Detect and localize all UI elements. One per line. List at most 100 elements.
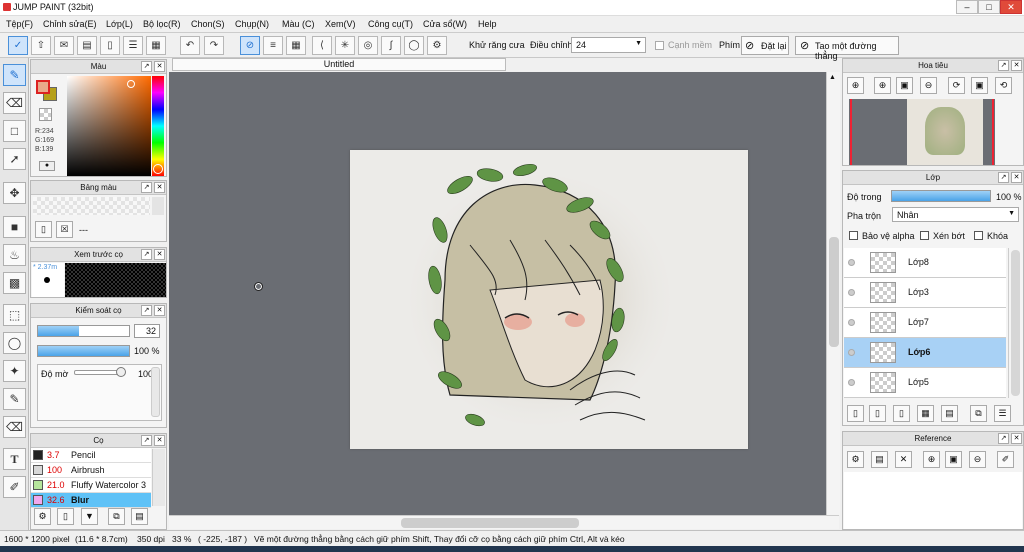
brush-item[interactable]: 21.0 Fluffy Watercolor 3 <box>31 478 151 493</box>
undock-icon[interactable]: ↗ <box>141 61 152 72</box>
eraser-tool-icon[interactable]: ⌫ <box>3 92 26 114</box>
close-button[interactable]: ✕ <box>1000 0 1022 14</box>
soft-edge-checkbox[interactable] <box>655 41 664 50</box>
export-icon[interactable]: ⇧ <box>31 36 51 55</box>
maximize-button[interactable]: □ <box>978 0 1000 14</box>
reset-button[interactable]: ⊘ Đặt lại <box>741 36 789 55</box>
clipping-checkbox[interactable] <box>920 231 929 240</box>
line-tool-icon[interactable]: ➚ <box>3 148 26 170</box>
zoom-out-icon[interactable]: ⊖ <box>920 77 937 94</box>
eye-dropper-button[interactable]: ● <box>39 161 55 171</box>
circle-ruler-icon[interactable]: ◯ <box>404 36 424 55</box>
brush-menu-icon[interactable]: ▼ <box>81 508 98 525</box>
undock-icon[interactable]: ↗ <box>998 60 1009 71</box>
magic-wand-tool-icon[interactable]: ✦ <box>3 360 26 382</box>
straight-line-button[interactable]: ⊘ Tao một đường thẳng <box>795 36 899 61</box>
blend-mode-select[interactable]: Nhân ▼ <box>892 207 1019 222</box>
menu-capture[interactable]: Chụp(N) <box>235 19 269 29</box>
grid-ruler-icon[interactable]: ▦ <box>286 36 306 55</box>
duplicate-layer-icon[interactable]: ⧉ <box>970 405 987 422</box>
grid-icon[interactable]: ▦ <box>146 36 166 55</box>
tone-layer-icon[interactable]: ▦ <box>917 405 934 422</box>
reference-dropper-icon[interactable]: ✐ <box>997 451 1014 468</box>
brush-list-scrollbar[interactable] <box>152 449 165 506</box>
reference-zoom-out-icon[interactable]: ⊖ <box>969 451 986 468</box>
scroll-up-arrow[interactable]: ▲ <box>829 74 836 81</box>
lock-checkbox[interactable] <box>974 231 983 240</box>
curve-ruler-icon[interactable]: ∫ <box>381 36 401 55</box>
palette-swatches[interactable] <box>33 197 150 215</box>
undo-icon[interactable]: ↶ <box>180 36 200 55</box>
lasso-tool-icon[interactable]: ◯ <box>3 332 26 354</box>
layer-item[interactable]: Lớp3 <box>844 278 1006 308</box>
close-icon[interactable]: ✕ <box>1011 433 1022 444</box>
visibility-toggle[interactable] <box>848 259 855 266</box>
folder-icon[interactable]: ▤ <box>941 405 958 422</box>
rotate-icon[interactable]: ⟳ <box>948 77 965 94</box>
layer-item[interactable]: Lớp8 <box>844 248 1006 278</box>
menu-tools[interactable]: Công cụ(T) <box>368 19 413 29</box>
undock-icon[interactable]: ↗ <box>141 182 152 193</box>
brush-item[interactable]: 32.6 Blur <box>31 493 151 508</box>
layer-settings-icon[interactable]: ☰ <box>994 405 1011 422</box>
menu-window[interactable]: Cửa sổ(W) <box>423 19 467 29</box>
protect-alpha-checkbox[interactable] <box>849 231 858 240</box>
foreground-color-swatch[interactable] <box>36 80 50 94</box>
radial-ruler-icon[interactable]: ✳ <box>335 36 355 55</box>
dropper-tool-icon[interactable]: ✐ <box>3 476 26 498</box>
perspective-ruler-icon[interactable]: ⟨ <box>312 36 332 55</box>
brush-opacity-slider[interactable] <box>37 345 130 357</box>
layer-item[interactable]: Lớp7 <box>844 308 1006 338</box>
canvas-horizontal-scrollbar[interactable] <box>169 515 839 529</box>
canvas-tab[interactable]: Untitled <box>172 58 506 71</box>
brush-folder-icon[interactable]: ▤ <box>131 508 148 525</box>
bucket-tool-icon[interactable]: ♨ <box>3 244 26 266</box>
layer-scroll-thumb[interactable] <box>1011 250 1020 396</box>
reference-close-icon[interactable]: ✕ <box>895 451 912 468</box>
paper-canvas[interactable] <box>350 150 748 449</box>
visibility-toggle[interactable] <box>848 349 855 356</box>
layer-item[interactable]: Lớp6 <box>844 338 1006 368</box>
reference-area[interactable] <box>844 472 1022 529</box>
copy-brush-icon[interactable]: ⧉ <box>108 508 125 525</box>
hue-slider-handle[interactable] <box>153 164 163 174</box>
trash-icon[interactable]: ☒ <box>56 221 73 238</box>
visibility-toggle[interactable] <box>848 319 855 326</box>
horizontal-scroll-thumb[interactable] <box>401 518 579 528</box>
brush-settings-icon[interactable]: ⚙ <box>34 508 51 525</box>
concentric-ruler-icon[interactable]: ◎ <box>358 36 378 55</box>
brush-size-slider[interactable] <box>37 325 130 337</box>
no-ruler-icon[interactable]: ⊘ <box>240 36 260 55</box>
menu-help[interactable]: Help <box>478 19 497 29</box>
hue-slider[interactable] <box>152 76 164 176</box>
menu-view[interactable]: Xem(V) <box>325 19 356 29</box>
reset-view-icon[interactable]: ▣ <box>971 77 988 94</box>
transparent-color-swatch[interactable] <box>39 108 52 121</box>
visibility-toggle[interactable] <box>848 289 855 296</box>
zoom-in-icon[interactable]: ⊕ <box>847 77 864 94</box>
blur-scrollbar[interactable] <box>151 367 160 417</box>
rect-select-tool-icon[interactable]: ⬚ <box>3 304 26 326</box>
brush-size-input[interactable]: 32 <box>134 324 160 338</box>
canvas-viewport[interactable] <box>169 72 827 515</box>
menu-select[interactable]: Chon(S) <box>191 19 225 29</box>
menu-layer[interactable]: Lớp(L) <box>106 19 133 29</box>
close-icon[interactable]: ✕ <box>154 182 165 193</box>
brush-item[interactable]: 3.7 Pencil <box>31 448 151 463</box>
new-layer-2-icon[interactable]: ▯ <box>869 405 886 422</box>
redo-icon[interactable]: ↷ <box>204 36 224 55</box>
new-palette-icon[interactable]: ▯ <box>35 221 52 238</box>
close-icon[interactable]: ✕ <box>154 61 165 72</box>
parallel-ruler-icon[interactable]: ≡ <box>263 36 283 55</box>
fit-icon[interactable]: ▣ <box>896 77 913 94</box>
close-icon[interactable]: ✕ <box>1011 60 1022 71</box>
blur-slider-handle[interactable] <box>116 367 126 377</box>
layer-item[interactable]: Lớp5 <box>844 368 1006 398</box>
reference-settings-icon[interactable]: ⚙ <box>847 451 864 468</box>
brush-item[interactable]: 100 Airbrush <box>31 463 151 478</box>
palette-scrollbar[interactable] <box>152 197 164 215</box>
fill-rect-tool-icon[interactable]: ■ <box>3 216 26 238</box>
zoom-in-2-icon[interactable]: ⊕ <box>874 77 891 94</box>
new-layer-icon[interactable]: ▯ <box>847 405 864 422</box>
select-eraser-tool-icon[interactable]: ⌫ <box>3 416 26 438</box>
